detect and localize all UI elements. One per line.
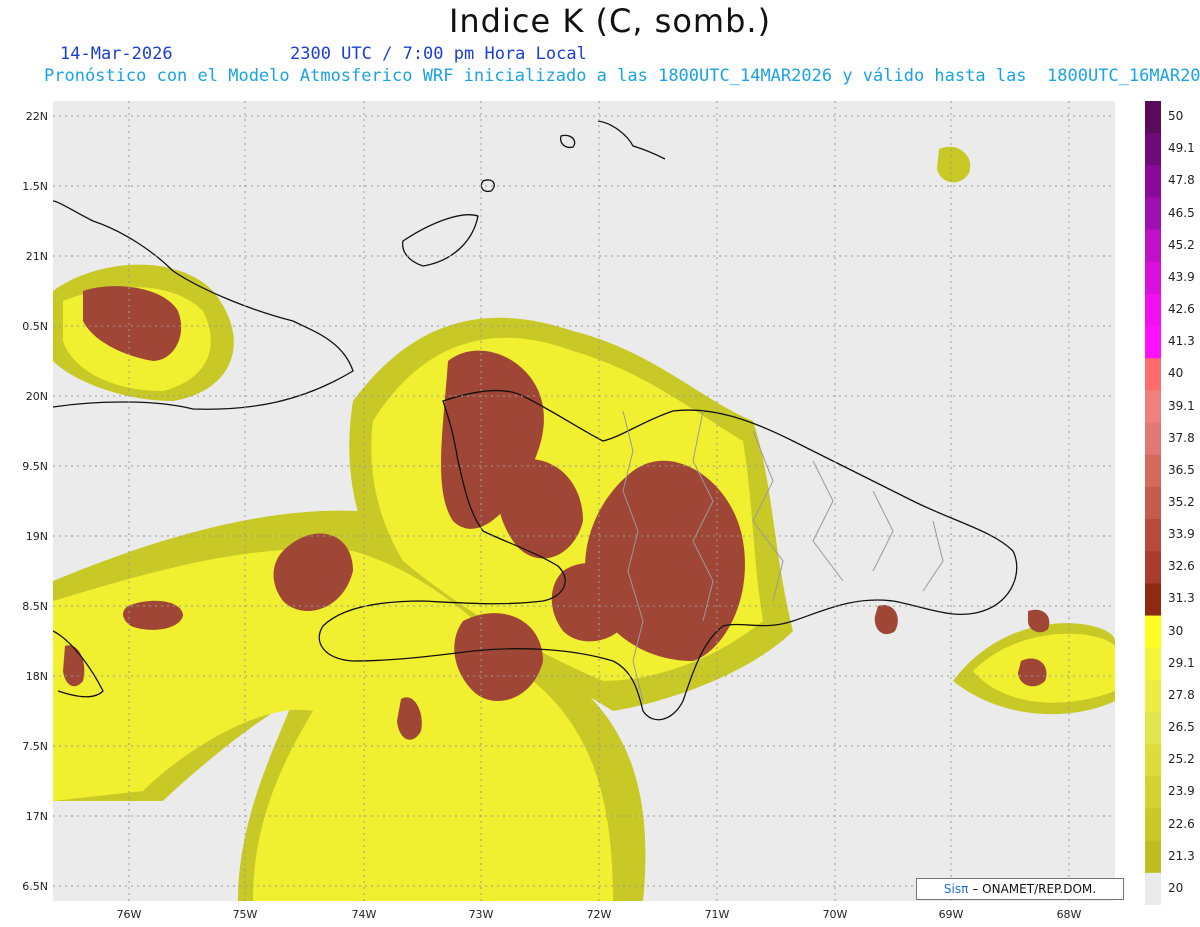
colorbar-label: 36.5 [1168, 462, 1195, 477]
map-title: Indice K (C, somb.) [448, 2, 772, 40]
lat-label: 0.5N [22, 320, 48, 333]
forecast-time: 2300 UTC / 7:00 pm Hora Local [290, 44, 587, 64]
colorbar-swatch [1145, 840, 1161, 874]
colorbar-label: 46.5 [1168, 205, 1195, 220]
colorbar-swatch [1145, 712, 1161, 745]
lon-label: 74W [351, 908, 377, 921]
lon-label: 68W [1056, 908, 1082, 921]
colorbar-swatch [1145, 679, 1161, 713]
colorbar-swatch [1145, 647, 1161, 681]
colorbar-label: 37.8 [1168, 430, 1195, 445]
lon-label: 71W [704, 908, 730, 921]
colorbar-swatch [1145, 165, 1161, 198]
colorbar-swatch [1145, 101, 1161, 134]
colorbar-swatch [1145, 454, 1161, 488]
colorbar-swatch [1145, 358, 1161, 391]
colorbar-swatch [1145, 519, 1161, 552]
lon-label: 72W [586, 908, 612, 921]
colorbar-label: 27.8 [1168, 687, 1195, 702]
colorbar-label: 26.5 [1168, 720, 1195, 735]
forecast-subtitle: Pronóstico con el Modelo Atmosferico WRF… [44, 66, 1200, 86]
lat-label: 17N [25, 810, 48, 823]
lat-label: 18N [25, 670, 48, 683]
lat-label: 21N [25, 250, 48, 263]
colorbar-label: 49.1 [1168, 141, 1195, 156]
colorbar-label: 50 [1168, 109, 1184, 124]
colorbar-swatch [1145, 229, 1161, 263]
colorbar-swatch [1145, 776, 1161, 810]
colorbar-swatch [1145, 133, 1161, 166]
lat-label: 22N [25, 110, 48, 123]
colorbar [1145, 101, 1161, 905]
lon-label: 76W [116, 908, 142, 921]
k-index-map [53, 101, 1115, 901]
credit-brand: Sisπ [943, 882, 969, 896]
colorbar-swatch [1145, 390, 1161, 424]
colorbar-swatch [1145, 872, 1161, 905]
colorbar-label: 31.3 [1168, 591, 1195, 606]
colorbar-swatch [1145, 197, 1161, 231]
lat-label: 19N [25, 530, 48, 543]
colorbar-swatch [1145, 551, 1161, 584]
lat-label: 20N [25, 390, 48, 403]
colorbar-swatch [1145, 293, 1161, 327]
colorbar-label: 40 [1168, 366, 1184, 381]
lon-label: 73W [468, 908, 494, 921]
colorbar-swatch [1145, 261, 1161, 295]
lat-label: 8.5N [22, 600, 48, 613]
colorbar-label: 33.9 [1168, 527, 1195, 542]
lat-label: 1.5N [22, 180, 48, 193]
colorbar-swatch [1145, 744, 1161, 777]
colorbar-label: 45.2 [1168, 237, 1195, 252]
lon-label: 69W [938, 908, 964, 921]
colorbar-swatch [1145, 326, 1161, 359]
colorbar-label: 22.6 [1168, 816, 1195, 831]
lat-label: 7.5N [22, 740, 48, 753]
colorbar-label: 39.1 [1168, 398, 1195, 413]
colorbar-label: 25.2 [1168, 752, 1195, 767]
colorbar-label: 23.9 [1168, 784, 1195, 799]
colorbar-swatch [1145, 583, 1161, 617]
colorbar-label: 41.3 [1168, 334, 1195, 349]
colorbar-label: 21.3 [1168, 848, 1195, 863]
lon-label: 70W [822, 908, 848, 921]
credit-text: – ONAMET/REP.DOM. [972, 882, 1097, 896]
colorbar-label: 43.9 [1168, 269, 1195, 284]
lat-label: 9.5N [22, 460, 48, 473]
lat-label: 6.5N [22, 880, 48, 893]
colorbar-label: 30 [1168, 623, 1184, 638]
colorbar-label: 47.8 [1168, 173, 1195, 188]
colorbar-swatch [1145, 808, 1161, 842]
lon-label: 75W [232, 908, 258, 921]
colorbar-swatch [1145, 422, 1161, 456]
colorbar-label: 42.6 [1168, 302, 1195, 317]
colorbar-label: 20 [1168, 880, 1184, 895]
colorbar-label: 35.2 [1168, 495, 1195, 509]
colorbar-label: 29.1 [1168, 655, 1195, 670]
credit-box: Sisπ – ONAMET/REP.DOM. [916, 878, 1124, 900]
colorbar-swatch [1145, 486, 1161, 520]
forecast-date: 14-Mar-2026 [60, 44, 173, 64]
colorbar-swatch [1145, 615, 1161, 649]
colorbar-label: 32.6 [1168, 559, 1195, 574]
